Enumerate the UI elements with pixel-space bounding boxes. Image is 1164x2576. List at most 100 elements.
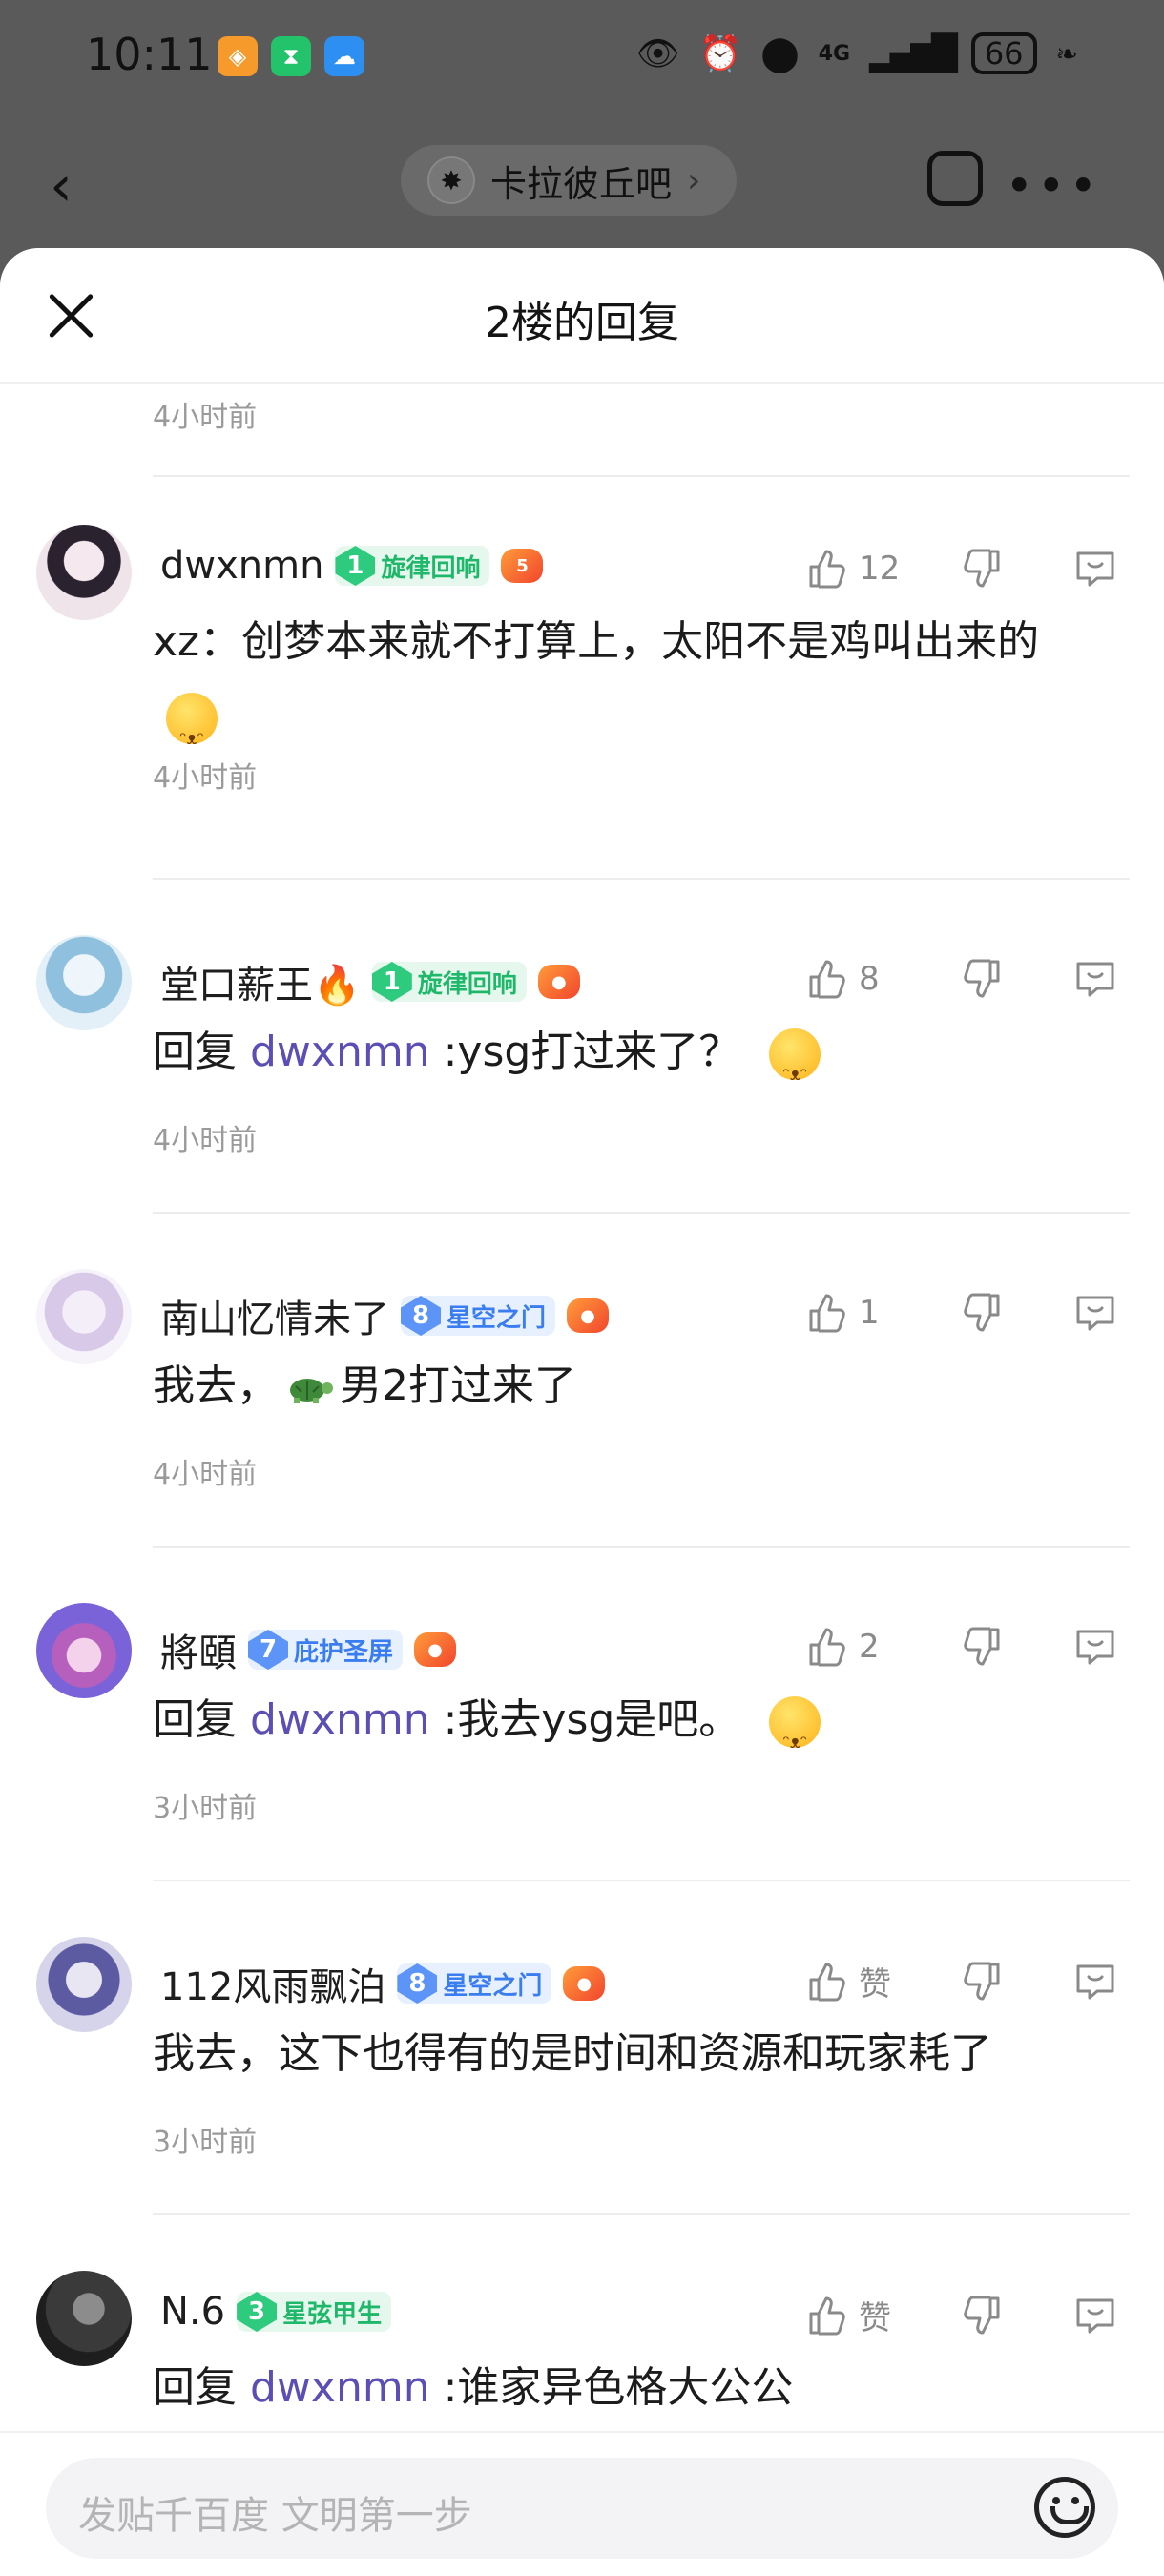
comment-input[interactable]: 发贴千百度 文明第一步: [46, 2458, 1118, 2559]
avatar[interactable]: [36, 1603, 132, 1698]
forum-avatar: ✸: [427, 156, 475, 204]
reply-prefix: 回复: [153, 2363, 237, 2412]
forum-name-pill[interactable]: ✸ 卡拉彼丘吧 ›: [401, 145, 738, 216]
avatar[interactable]: [36, 935, 132, 1030]
reply-content: 回复 dwxnmn :谁家异色格大公公: [153, 2351, 1116, 2425]
like-button[interactable]: 8: [803, 956, 927, 1002]
comment-icon[interactable]: [1072, 546, 1118, 592]
username[interactable]: 將頤: [160, 1622, 237, 1677]
comment-icon[interactable]: [1072, 1959, 1118, 2005]
level-badge: 1 旋律回响: [371, 962, 527, 1002]
thumbs-up-icon: [809, 960, 845, 999]
timestamp: 4小时前: [153, 401, 258, 434]
reply-text: :谁家异色格大公公: [443, 2363, 794, 2412]
reply-text: :我去ysg是吧。: [443, 1695, 741, 1744]
forum-nav-bar: ‹ ✸ 卡拉彼丘吧 › •••: [0, 124, 1164, 239]
laughing-emoji-icon: [769, 1028, 821, 1112]
forum-name: 卡拉彼丘吧: [490, 162, 673, 205]
like-button[interactable]: 2: [803, 1624, 927, 1670]
status-bar: 10:11 ◈ ⧗ ☁ 👁 ⏰ ⬤ 4G ▂▄▆█ 66 ❧: [0, 0, 1164, 114]
avatar[interactable]: [36, 2271, 132, 2366]
location-icon: ⬤: [760, 33, 800, 73]
reply-prefix: 回复: [153, 1695, 237, 1744]
like-count: 1: [859, 1294, 880, 1332]
more-icon[interactable]: •••: [1006, 158, 1101, 214]
leaf-icon: ❧: [1055, 37, 1078, 70]
username[interactable]: 南山忆情未了: [160, 1288, 389, 1343]
like-button[interactable]: 12: [803, 546, 927, 592]
reply-content: 回复 dwxnmn:ysg打过来了？: [153, 1015, 1116, 1112]
thumbs-down-icon[interactable]: [960, 546, 1006, 592]
timestamp: 4小时前: [153, 1124, 258, 1157]
alarm-icon: ⏰: [698, 34, 742, 73]
reply-text: xz：创梦本来就不打算上，太阳不是鸡叫出来的: [153, 617, 1040, 666]
thumbs-down-icon[interactable]: [960, 1290, 1006, 1336]
divider: [153, 1212, 1130, 1214]
mention-link[interactable]: dwxnmn: [250, 1028, 430, 1076]
edit-icon[interactable]: [927, 151, 983, 206]
badge-label: 星弦甲生: [282, 2299, 383, 2329]
comment-icon[interactable]: [1072, 956, 1118, 1002]
thumbs-down-icon[interactable]: [960, 2293, 1006, 2338]
mention-link[interactable]: dwxnmn: [250, 1695, 430, 1744]
hourglass-app-icon: ⧗: [271, 36, 311, 76]
battery-icon: 66: [970, 32, 1037, 74]
status-app-icons: ◈ ⧗ ☁: [218, 36, 364, 76]
badge-label: 星空之门: [443, 1971, 543, 2001]
like-button[interactable]: 赞: [803, 2292, 927, 2338]
game-badge-icon: ●: [567, 1298, 610, 1333]
reply-text: 我去，这下也得有的是时间和资源和玩家耗了: [153, 2029, 992, 2078]
app-notification-icon: ◈: [218, 36, 258, 76]
thumbs-down-icon[interactable]: [960, 956, 1006, 1002]
thumbs-up-icon: [809, 1963, 845, 2001]
like-count: 8: [859, 960, 880, 998]
reply-actions: 1: [803, 1290, 1118, 1336]
reply-actions: 2: [803, 1624, 1118, 1670]
divider: [153, 475, 1130, 477]
game-badge-icon: ●: [563, 1966, 606, 2001]
thumbs-up-icon: [809, 1628, 845, 1667]
comment-icon[interactable]: [1072, 1624, 1118, 1670]
level-badge: 8 星空之门: [401, 1296, 556, 1336]
reply-text: :ysg打过来了？: [443, 1028, 741, 1076]
like-button[interactable]: 1: [803, 1290, 927, 1336]
sheet-title: 2楼的回复: [485, 299, 679, 347]
back-arrow-icon[interactable]: ‹: [50, 153, 73, 219]
thumbs-up-icon: [809, 2296, 845, 2335]
level-number: 8: [401, 1296, 441, 1336]
level-badge: 8 星空之门: [397, 1963, 552, 2004]
sheet-header: 2楼的回复: [0, 248, 1164, 384]
username[interactable]: N.6: [160, 2290, 225, 2334]
username[interactable]: 112风雨飘泊: [160, 1956, 385, 2011]
game-badge-icon: ●: [537, 965, 580, 999]
like-count: 2: [859, 1628, 880, 1666]
level-badge: 7 庇护圣屏: [248, 1630, 404, 1670]
thumbs-down-icon[interactable]: [960, 1959, 1006, 2005]
comment-icon[interactable]: [1072, 1290, 1118, 1336]
laughing-emoji-icon: [769, 1696, 821, 1780]
like-label: 赞: [859, 1965, 891, 2004]
level-number: 3: [237, 2292, 278, 2332]
level-number: 1: [371, 962, 412, 1002]
reply-text: 我去，: [153, 1361, 279, 1410]
username[interactable]: dwxnmn: [160, 544, 323, 588]
avatar[interactable]: [36, 1269, 132, 1364]
laughing-emoji-icon: [166, 693, 218, 777]
divider: [153, 1880, 1130, 1881]
reply-content: 回复 dwxnmn :我去ysg是吧。: [153, 1683, 1116, 1780]
status-time: 10:11: [86, 29, 213, 80]
level-number: 7: [248, 1630, 288, 1670]
avatar[interactable]: [36, 525, 132, 620]
avatar[interactable]: [36, 1937, 132, 2032]
like-button[interactable]: 赞: [803, 1958, 927, 2005]
mention-link[interactable]: dwxnmn: [250, 2363, 430, 2412]
comment-input-placeholder: 发贴千百度 文明第一步: [78, 2494, 472, 2538]
level-badge: 3 星弦甲生: [237, 2292, 392, 2332]
username[interactable]: 堂口薪王🔥: [160, 954, 361, 1009]
comment-icon[interactable]: [1072, 2293, 1118, 2338]
timestamp: 3小时前: [153, 1792, 258, 1825]
thumbs-down-icon[interactable]: [960, 1624, 1006, 1670]
emoji-picker-icon[interactable]: [1034, 2477, 1095, 2538]
timestamp: 4小时前: [153, 761, 258, 795]
reply-content: 我去， 男2打过来了: [153, 1349, 1116, 1423]
